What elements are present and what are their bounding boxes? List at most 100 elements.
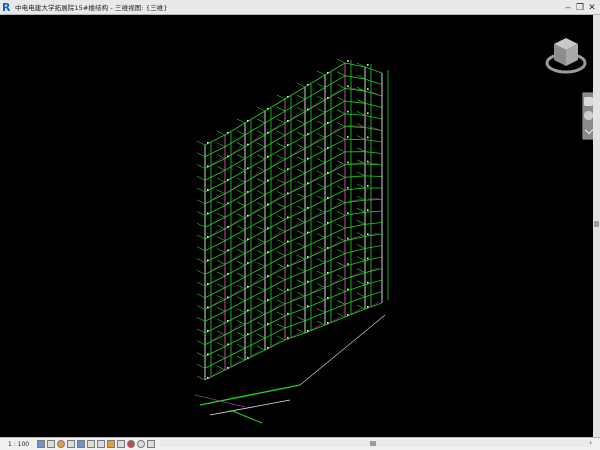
model-line bbox=[299, 314, 386, 386]
shadows-icon[interactable] bbox=[67, 440, 76, 448]
model-line bbox=[196, 187, 206, 193]
model-line bbox=[364, 78, 383, 85]
model-node bbox=[247, 262, 249, 264]
model-line bbox=[336, 147, 346, 153]
steering-wheel-icon[interactable] bbox=[584, 97, 593, 106]
model-node bbox=[367, 185, 369, 187]
model-line bbox=[316, 145, 326, 151]
viewcube-icon[interactable] bbox=[543, 34, 589, 80]
temp-hide-icon[interactable] bbox=[117, 440, 126, 448]
model-line bbox=[216, 295, 226, 300]
model-line bbox=[216, 271, 226, 277]
model-node bbox=[207, 212, 209, 215]
model-line bbox=[216, 342, 226, 347]
model-node bbox=[367, 281, 369, 284]
model-node bbox=[307, 157, 309, 160]
model-node bbox=[247, 120, 249, 122]
model-line bbox=[304, 312, 326, 322]
constraints-icon[interactable] bbox=[147, 440, 156, 448]
model-line bbox=[324, 202, 346, 213]
detail-level-icon[interactable] bbox=[37, 440, 46, 448]
model-line bbox=[336, 236, 346, 242]
reveal-hidden-icon[interactable] bbox=[127, 440, 136, 448]
vertical-scroll-thumb[interactable] bbox=[594, 221, 599, 227]
model-line bbox=[276, 299, 286, 305]
model-line bbox=[364, 90, 383, 97]
model-line bbox=[316, 220, 326, 226]
model-node bbox=[307, 330, 309, 332]
expand-icon[interactable] bbox=[584, 125, 594, 135]
model-line bbox=[316, 245, 326, 251]
show-crop-icon[interactable] bbox=[97, 440, 106, 448]
model-line bbox=[216, 330, 226, 336]
model-line bbox=[316, 195, 326, 201]
scale-label[interactable]: 1 : 100 bbox=[8, 441, 29, 448]
model-node bbox=[327, 322, 329, 324]
model-line bbox=[287, 331, 303, 340]
revit-logo-icon[interactable]: R bbox=[2, 2, 12, 13]
model-line bbox=[224, 229, 246, 242]
model-line bbox=[236, 296, 246, 302]
model-line bbox=[207, 263, 223, 274]
model-line bbox=[364, 151, 383, 154]
model-line bbox=[296, 82, 306, 88]
model-node bbox=[287, 337, 289, 339]
sun-path-icon[interactable] bbox=[57, 440, 66, 448]
model-line bbox=[344, 248, 366, 254]
model-line bbox=[324, 253, 346, 263]
model-line bbox=[276, 94, 286, 100]
model-line bbox=[264, 279, 286, 291]
model-line bbox=[304, 87, 326, 100]
model-line bbox=[247, 241, 263, 253]
model-node bbox=[327, 172, 329, 174]
model-line bbox=[267, 338, 283, 350]
horizontal-scrollbar[interactable]: › bbox=[160, 439, 592, 447]
building-model-wireframe bbox=[194, 58, 389, 424]
model-line bbox=[327, 277, 343, 287]
minimize-button[interactable]: ‒ bbox=[562, 2, 574, 14]
model-line bbox=[236, 177, 246, 183]
model-line bbox=[196, 375, 206, 381]
model-line bbox=[284, 98, 306, 112]
model-line bbox=[247, 169, 263, 182]
model-line bbox=[304, 237, 326, 248]
model-line bbox=[364, 139, 383, 143]
model-line bbox=[207, 368, 223, 380]
model-node bbox=[307, 256, 309, 258]
model-line bbox=[336, 71, 346, 76]
model-line bbox=[347, 271, 363, 279]
title-bar: R 中电电建大学拓展院15#楼结构 - 三维视图: {三维} ‒ ❐ ✕ bbox=[0, 0, 600, 15]
zoom-icon[interactable] bbox=[584, 111, 593, 120]
model-line bbox=[216, 165, 226, 171]
worksharing-icon[interactable] bbox=[137, 440, 146, 448]
vertical-scrollbar[interactable] bbox=[593, 15, 600, 437]
model-line bbox=[364, 66, 383, 74]
crop-view-icon[interactable] bbox=[87, 440, 96, 448]
right-arrow-icon[interactable]: › bbox=[589, 439, 592, 447]
model-node bbox=[287, 264, 289, 267]
model-line bbox=[296, 193, 306, 198]
3d-viewport[interactable] bbox=[0, 15, 600, 437]
model-line bbox=[316, 183, 326, 188]
horizontal-scroll-thumb[interactable] bbox=[370, 441, 376, 446]
visual-style-icon[interactable] bbox=[47, 440, 56, 448]
model-line bbox=[224, 347, 246, 359]
model-line bbox=[196, 340, 206, 346]
model-line bbox=[347, 307, 363, 317]
model-line bbox=[356, 195, 366, 201]
model-line bbox=[276, 275, 286, 281]
model-node bbox=[287, 96, 289, 98]
model-line bbox=[327, 201, 343, 212]
model-line bbox=[324, 75, 346, 88]
model-line bbox=[236, 249, 246, 254]
model-line bbox=[276, 215, 286, 220]
model-line bbox=[296, 168, 306, 174]
model-line bbox=[324, 303, 346, 313]
render-icon[interactable] bbox=[77, 440, 86, 448]
model-node bbox=[227, 273, 229, 275]
restore-button[interactable]: ❐ bbox=[574, 2, 586, 14]
lock-3d-icon[interactable] bbox=[107, 440, 116, 448]
close-button[interactable]: ✕ bbox=[586, 2, 598, 14]
model-line bbox=[276, 106, 286, 112]
model-line bbox=[267, 158, 283, 170]
